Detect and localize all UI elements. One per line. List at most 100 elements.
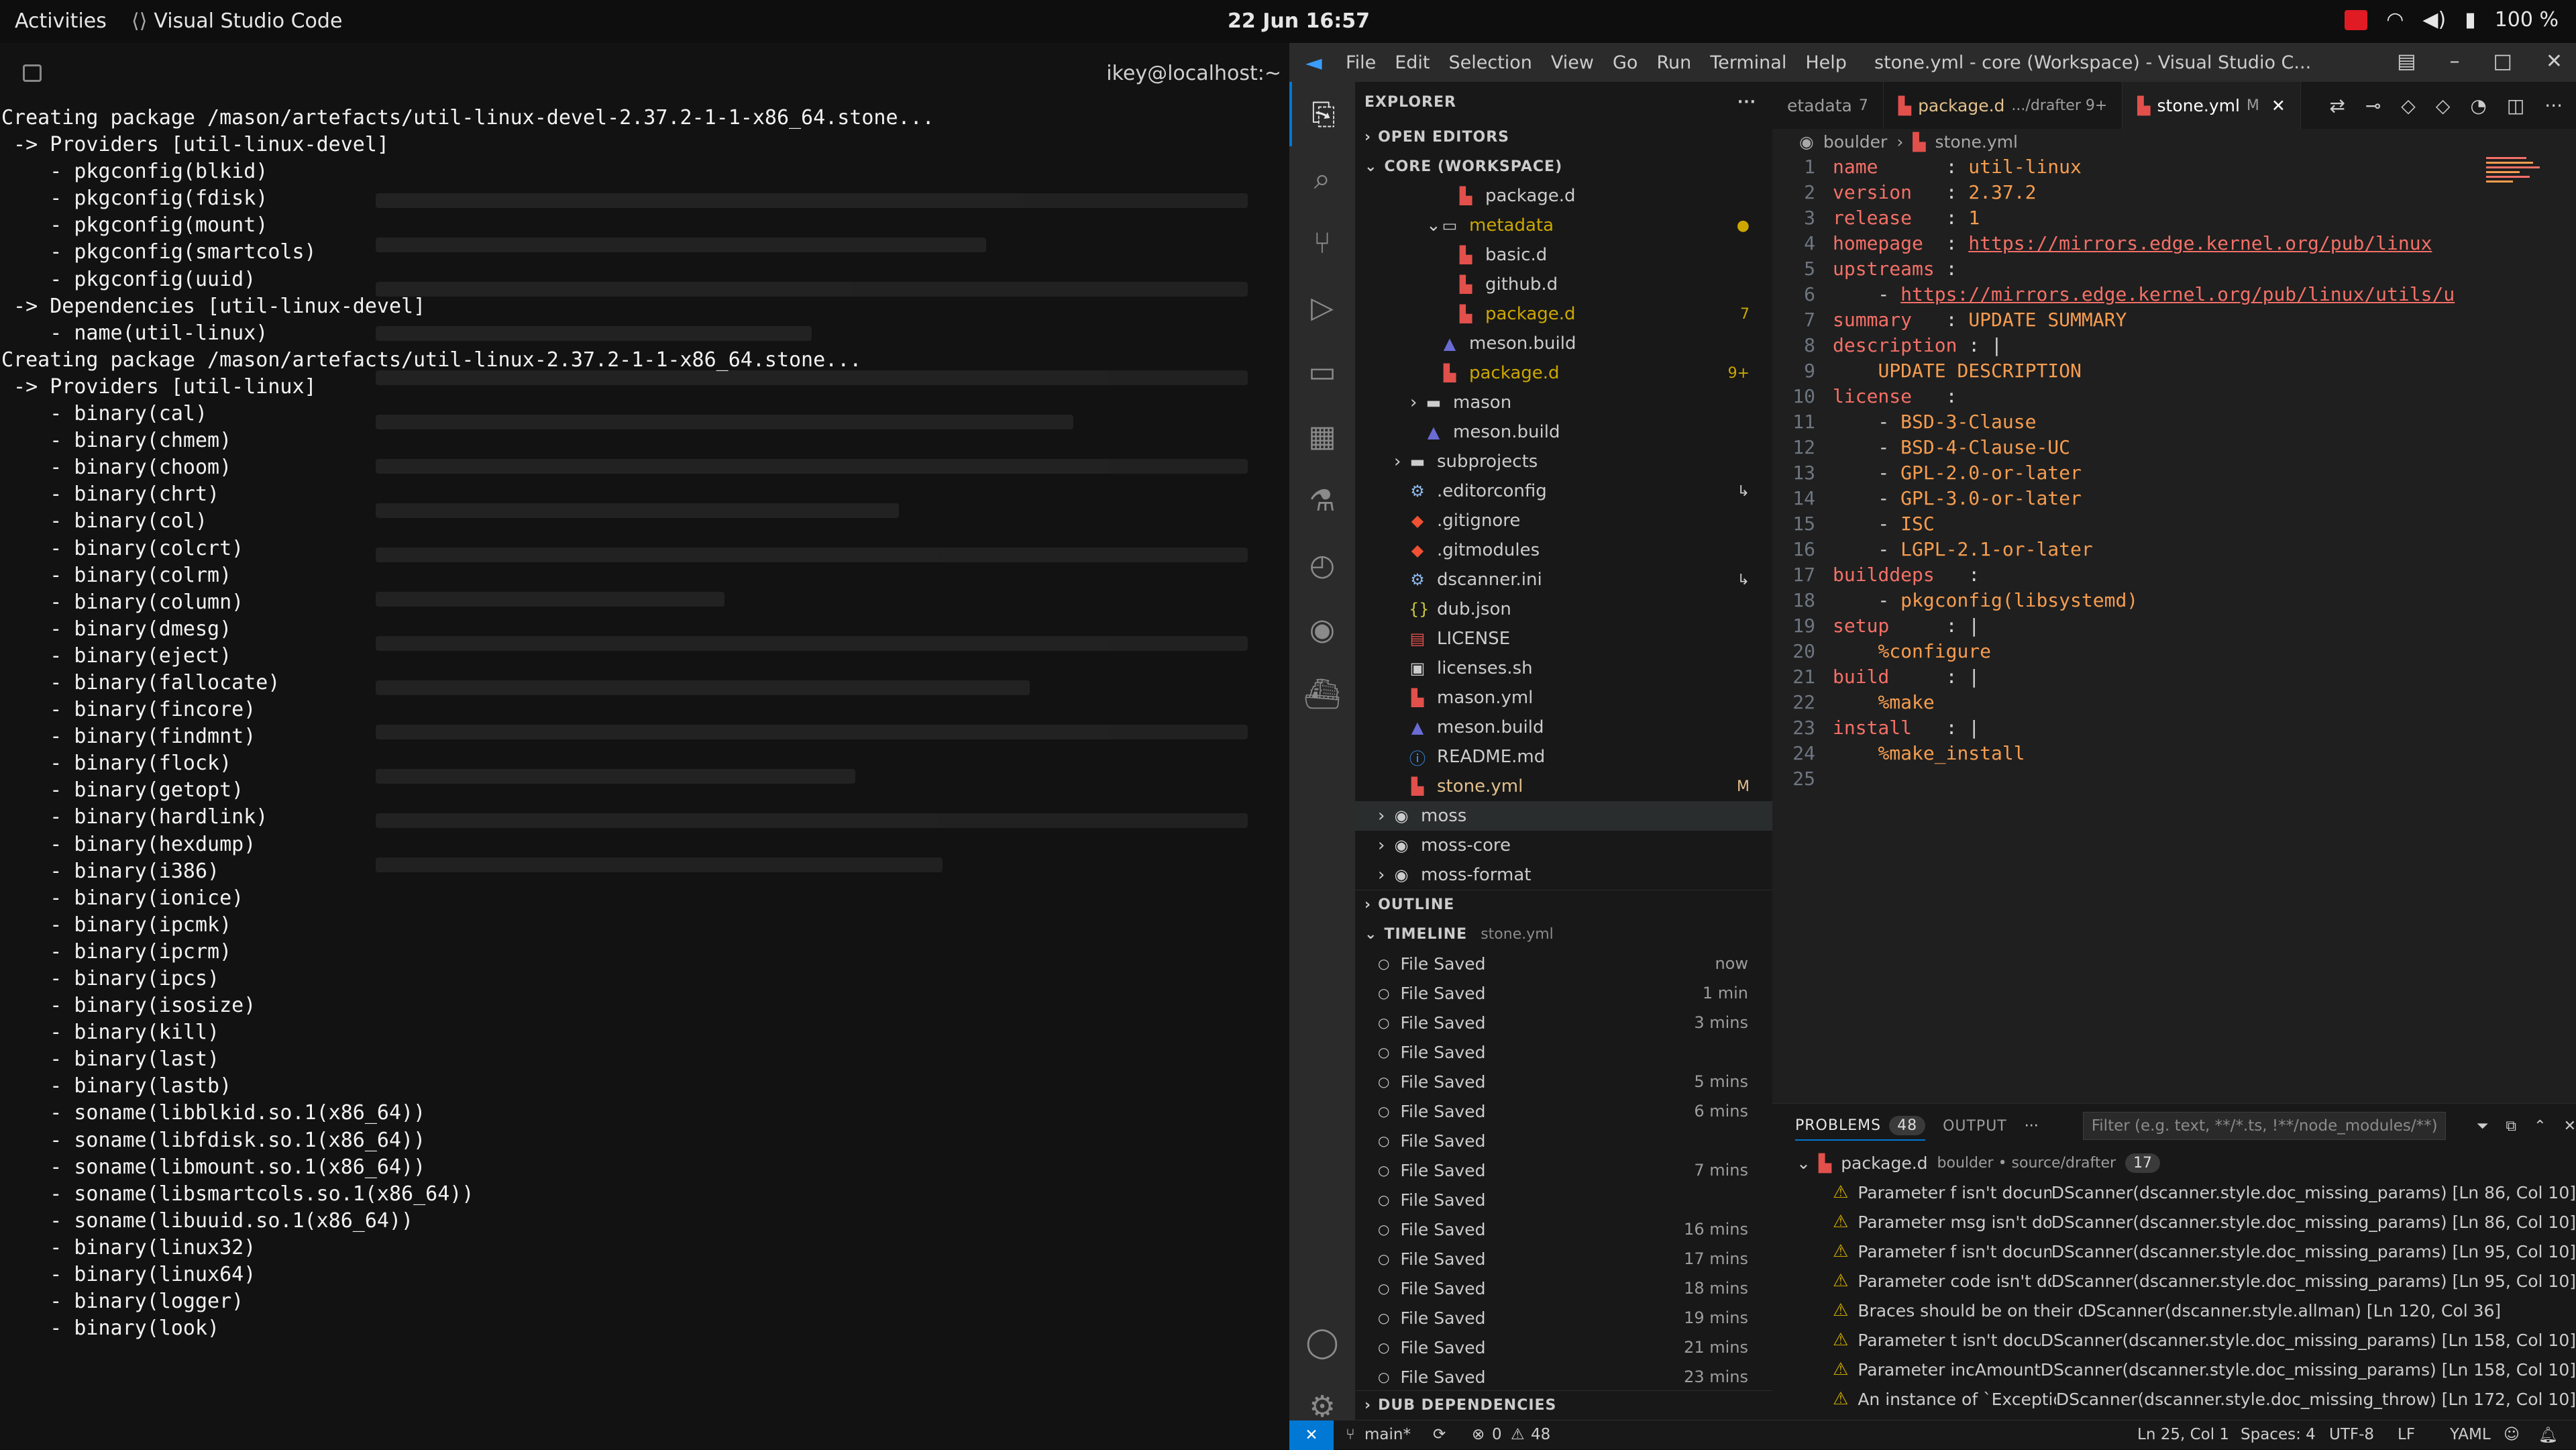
previous-change-icon[interactable]: ◇ [2401,95,2416,117]
problem-item[interactable]: ⚠ Parameter f isn't docume...DScanner(dsc… [1772,1178,2576,1207]
cursor-position[interactable]: Ln 25, Col 1 [2137,1426,2229,1443]
next-change-icon[interactable]: ◇ [2436,95,2451,117]
tree-item[interactable]: ⓘ README.md [1355,742,1772,772]
code-line[interactable]: 18 - pkgconfig(libsystemd) [1772,588,2576,613]
timeline-item[interactable]: ○ File Saved 5 mins [1355,1067,1772,1096]
language-mode[interactable]: YAML [2450,1426,2491,1443]
dub-dependencies-header[interactable]: › DUB DEPENDENCIES [1355,1390,1772,1420]
git-commit-icon[interactable]: ⊸ [2365,95,2381,117]
code-line[interactable]: 21 build : | [1772,664,2576,690]
tree-item[interactable]: {} dub.json [1355,594,1772,624]
code-line[interactable]: 7 summary : UPDATE SUMMARY [1772,307,2576,333]
menu-edit[interactable]: Edit [1395,52,1430,73]
tree-item[interactable]: › ▬ subprojects [1355,447,1772,476]
status-bar[interactable]: ✕ ⑂ main* ⟳ ⊗ 0 ⚠ 48 Ln 25, Col 1 Spaces… [1289,1420,2576,1450]
testing-icon[interactable]: ⚗ [1289,468,1355,533]
menu-view[interactable]: View [1551,52,1594,73]
breadcrumb[interactable]: ◉ boulder › ▙ stone.yml [1772,129,2576,154]
tree-item[interactable]: ▤ LICENSE [1355,624,1772,654]
calendar-icon[interactable] [2345,9,2368,30]
breadcrumb-file[interactable]: stone.yml [1935,132,2018,152]
code-line[interactable]: 1 name : util-linux [1772,154,2576,180]
explorer-sidebar[interactable]: EXPLORER ··· › OPEN EDITORS ⌄ CORE (WORKSP… [1355,82,1772,1425]
branch-name[interactable]: main* [1364,1426,1411,1443]
explorer-icon[interactable]: ⎘ [1289,82,1355,146]
code-line[interactable]: 10 license : [1772,384,2576,409]
timeline-item[interactable]: ○ File Saved 6 mins [1355,1096,1772,1126]
window-controls[interactable]: ▤ – □ ✕ [2397,50,2563,73]
close-panel-icon[interactable]: ✕ [2564,1118,2576,1135]
clock[interactable]: 22 Jun 16:57 [1228,9,1370,33]
timeline-item[interactable]: ○ File Saved 3 mins [1355,1008,1772,1037]
menu-go[interactable]: Go [1613,52,1638,73]
tree-item[interactable]: › ◉ moss-core [1355,831,1772,860]
tree-item[interactable]: ▙ mason.yml [1355,683,1772,713]
code-line[interactable]: 14 - GPL-3.0-or-later [1772,486,2576,511]
editor-tab[interactable]: ▙ stone.yml M ✕ [2123,82,2301,129]
code-line[interactable]: 23 install : | [1772,715,2576,741]
tab-close-icon[interactable]: ✕ [2271,96,2286,115]
outline-header[interactable]: › OUTLINE [1355,890,1772,919]
tree-item[interactable]: ▙ package.d 9+ [1355,358,1772,388]
code-line[interactable]: 6 - https://mirrors.edge.kernel.org/pub/… [1772,282,2576,307]
tree-item[interactable]: ⌄ ▭ metadata ● [1355,211,1772,240]
timeline-icon[interactable]: ◔ [2470,95,2486,117]
tree-item[interactable]: ▲ meson.build [1355,713,1772,742]
code-line[interactable]: 24 %make_install [1772,741,2576,766]
code-line[interactable]: 19 setup : | [1772,613,2576,639]
activity-bar[interactable]: ⎘ ⌕ ⑂ ▷ ▭ ▦ ⚗ ◴ ◉ ⛴ ◯ ⚙ [1289,82,1355,1425]
tree-item[interactable]: ▙ package.d 7 [1355,299,1772,329]
code-line[interactable]: 22 %make [1772,690,2576,715]
editor-actions[interactable]: ⇄ ⊸ ◇ ◇ ◔ ◫ ··· [2329,95,2563,117]
minimap[interactable] [2486,154,2567,329]
tree-item[interactable]: ◆ .gitignore [1355,506,1772,535]
alien-icon[interactable]: ◉ [1289,597,1355,662]
output-tab[interactable]: OUTPUT [1943,1118,2007,1135]
code-line[interactable]: 12 - BSD-4-Clause-UC [1772,435,2576,460]
docker-icon[interactable]: ⛴ [1289,662,1355,726]
timeline-list[interactable]: ○ File Saved now ○ File Saved 1 min ○ File Save… [1355,949,1772,1392]
code-line[interactable]: 17 builddeps : [1772,562,2576,588]
panel-more-icon[interactable]: ··· [2025,1118,2039,1135]
source-control-icon[interactable]: ⑂ [1289,211,1355,275]
file-tree[interactable]: ▙ package.d ⌄ ▭ metadata ● ▙ basic.d ▙ github.d ▙ p… [1355,181,1772,890]
timeline-item[interactable]: ○ File Saved 1 min [1355,978,1772,1008]
menu-help[interactable]: Help [1805,52,1847,73]
vscode-window[interactable]: ◄ File Edit Selection View Go Run Terminal Help… [1289,43,2576,1450]
timeline-item[interactable]: ○ File Saved 18 mins [1355,1274,1772,1303]
collapse-all-icon[interactable]: ⧉ [2506,1118,2516,1135]
timeline-item[interactable]: ○ File Saved [1355,1037,1772,1067]
editor-tabs[interactable]: etadata 7 ▙ package.d .../drafter 9+ ▙ stone.y… [1772,82,2576,129]
activities-button[interactable]: Activities [15,9,107,33]
notifications-icon[interactable]: 🔔︎ [2538,1426,2558,1444]
tree-item[interactable]: ▲ meson.build [1355,417,1772,447]
minimize-button[interactable]: – [2450,50,2460,73]
menu-run[interactable]: Run [1656,52,1691,73]
workspace-header[interactable]: ⌄ CORE (WORKSPACE) [1355,152,1772,181]
compare-icon[interactable]: ⇄ [2329,95,2345,117]
timeline-header[interactable]: ⌄ TIMELINE stone.yml [1355,919,1772,949]
remote-indicator-icon[interactable]: ✕ [1289,1420,1334,1450]
more-icon[interactable]: ··· [2544,95,2563,117]
app-menu[interactable]: ⟨⟩ Visual Studio Code [131,9,342,33]
tree-item[interactable]: ▙ basic.d [1355,240,1772,270]
tree-item[interactable]: › ▬ mason [1355,388,1772,417]
code-line[interactable]: 5 upstreams : [1772,256,2576,282]
problem-item[interactable]: ⚠ Parameter incAmount is...DScanner(dscan… [1772,1355,2576,1384]
menu-terminal[interactable]: Terminal [1710,52,1786,73]
tree-item[interactable]: ▲ meson.build [1355,329,1772,358]
open-editors-header[interactable]: › OPEN EDITORS [1355,122,1772,152]
more-actions-icon[interactable]: ··· [1737,94,1756,111]
problem-item[interactable]: ⚠ An instance of `Exception...DScanner(ds… [1772,1384,2576,1414]
remote-explorer-icon[interactable]: ▭ [1289,340,1355,404]
account-icon[interactable]: ◯ [1289,1310,1355,1374]
code-editor[interactable]: 1 name : util-linux 2 version : 2.37.2 3 rele… [1772,154,2576,792]
code-line[interactable]: 16 - LGPL-2.1-or-later [1772,537,2576,562]
run-debug-icon[interactable]: ▷ [1289,275,1355,340]
terminal-titlebar[interactable]: ikey@localhost:~ [0,43,1289,105]
tree-item[interactable]: ◆ .gitmodules [1355,535,1772,565]
vscode-titlebar[interactable]: ◄ File Edit Selection View Go Run Terminal Help… [1289,43,2576,82]
timeline-item[interactable]: ○ File Saved 16 mins [1355,1214,1772,1244]
error-count[interactable]: 0 [1492,1426,1502,1443]
problem-item[interactable]: ⚠ Parameter code isn't doc...DScanner(dsc… [1772,1266,2576,1296]
